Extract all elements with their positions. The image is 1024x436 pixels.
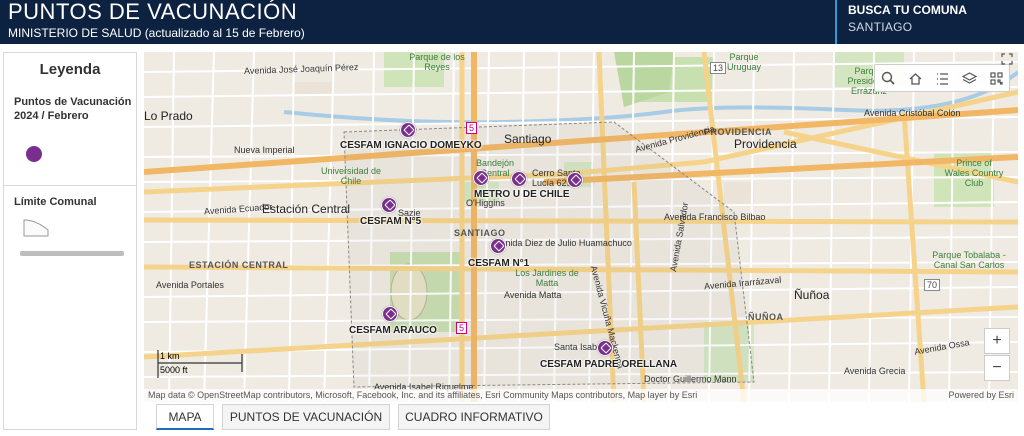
vaccine-point-label: CESFAM N°5 — [360, 216, 422, 227]
vaccine-point-marker[interactable] — [511, 171, 527, 187]
vaccine-point-label: CESFAM ARAUCO — [349, 325, 437, 336]
layer-list-icon[interactable] — [929, 65, 956, 93]
vaccine-point-marker[interactable] — [382, 306, 398, 322]
route-shield: 70 — [924, 279, 941, 291]
vaccine-point-label: CESFAM PADRE ORELLANA — [540, 359, 678, 370]
street-label: Doctor Guillermo Mann — [644, 374, 737, 384]
route-shield: 5 — [456, 322, 468, 334]
district-label-nunoa: ÑUÑOA — [748, 312, 784, 322]
vaccine-point-marker[interactable] — [473, 170, 489, 186]
place-label-estacion-central: Estación Central — [262, 202, 351, 216]
qr-code-icon[interactable] — [983, 65, 1010, 93]
map-toolbar — [874, 64, 1010, 92]
comuna-search-value[interactable]: SANTIAGO — [848, 20, 912, 34]
tab-mapa[interactable]: MAPA — [156, 404, 214, 430]
district-label-santiago: SANTIAGO — [454, 228, 506, 238]
vaccine-point-marker[interactable] — [381, 197, 397, 213]
app-subtitle: MINISTERIO DE SALUD (actualizado al 15 d… — [8, 26, 305, 40]
park-label-reyes: Parque de los Reyes — [409, 52, 465, 72]
street-label: Avenida Cristóbal Colón — [864, 108, 961, 118]
map-view[interactable]: Santiago SANTIAGO Estación Central ESTAC… — [144, 52, 1018, 402]
scale-km-label: 1 km — [160, 351, 180, 361]
tab-puntos-de-vacunacion[interactable]: PUNTOS DE VACUNACIÓN — [222, 404, 390, 430]
zoom-in-button[interactable]: + — [984, 328, 1010, 354]
vaccine-point-label: CESFAM N°1 — [468, 258, 530, 269]
legend-scrollbar[interactable] — [20, 251, 124, 256]
street-label: Avenida Matta — [504, 290, 562, 300]
place-label-lo-prado: Lo Prado — [144, 109, 193, 123]
legend-panel: Leyenda Puntos de Vacunación 2024 / Febr… — [3, 52, 137, 430]
route-shield: 13 — [710, 62, 727, 74]
basemap-gallery-icon[interactable] — [956, 65, 983, 93]
legend-layer-limite: Límite Comunal — [14, 196, 97, 208]
district-label-estacion-central: ESTACIÓN CENTRAL — [189, 260, 289, 270]
vaccine-point-marker[interactable] — [567, 172, 583, 188]
vaccine-point-label: CESFAM IGNACIO DOMEYKO — [340, 140, 482, 151]
label-universidad-de-chile: Universidad de Chile — [320, 166, 382, 186]
vaccine-point-marker[interactable] — [400, 122, 416, 138]
vaccine-point-label: METRO U DE CHILE — [474, 189, 570, 200]
header-divider — [835, 0, 837, 44]
attribution-text: Map data © OpenStreetMap contributors, M… — [148, 390, 698, 400]
scale-bar: 1 km 5000 ft — [154, 350, 246, 380]
park-label-tobalaba: Parque Tobalaba - Canal San Carlos — [932, 250, 1006, 270]
park-label-prince-of-wales: Prince of Wales Country Club — [944, 158, 1004, 188]
comuna-search-label[interactable]: BUSCA TU COMUNA — [848, 3, 967, 17]
app-title: PUNTOS DE VACUNACIÓN — [8, 0, 298, 24]
home-icon[interactable] — [902, 65, 929, 93]
street-label: Nueva Imperial — [234, 145, 295, 155]
powered-by-esri[interactable]: Powered by Esri — [948, 389, 1014, 402]
boundary-polygon-icon — [23, 219, 49, 237]
street-label: Avenida Grecia — [844, 366, 906, 376]
street-label: Avenida Diez de Julio Huamachuco — [490, 238, 632, 248]
place-label-nunoa: Ñuñoa — [794, 288, 830, 302]
street-label: Avenida Portales — [156, 280, 224, 290]
place-label-providencia: Providencia — [734, 137, 797, 151]
route-shield: 5 — [466, 122, 478, 134]
place-label-santiago: Santiago — [504, 132, 552, 146]
legend-layer-vacunacion: Puntos de Vacunación 2024 / Febrero — [14, 96, 132, 122]
vaccine-point-marker[interactable] — [490, 238, 506, 254]
park-label-jardines-matta: Los Jardines de Matta — [515, 268, 579, 288]
bottom-tabs: MAPA PUNTOS DE VACUNACIÓN CUADRO INFORMA… — [144, 404, 1024, 434]
legend-title: Leyenda — [39, 61, 101, 78]
vaccine-point-marker[interactable] — [597, 340, 613, 356]
app-header: PUNTOS DE VACUNACIÓN MINISTERIO DE SALUD… — [0, 0, 1024, 44]
scale-ft-label: 5000 ft — [160, 365, 188, 375]
legend-divider — [4, 185, 136, 186]
tab-cuadro-informativo[interactable]: CUADRO INFORMATIVO — [398, 404, 550, 430]
map-attribution: Map data © OpenStreetMap contributors, M… — [144, 389, 1018, 402]
fullscreen-icon[interactable] — [1000, 52, 1014, 66]
zoom-out-button[interactable]: − — [984, 355, 1010, 381]
vaccine-point-symbol-icon — [26, 146, 42, 162]
search-icon[interactable] — [875, 65, 902, 93]
